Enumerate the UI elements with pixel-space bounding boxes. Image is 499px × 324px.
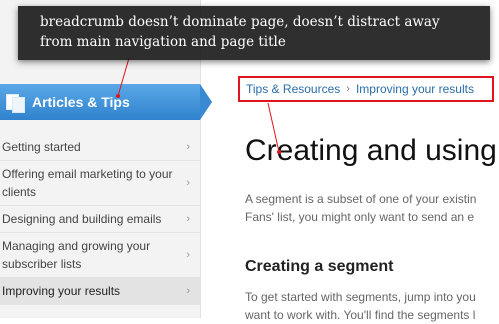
sidebar-item-improving-results[interactable]: Improving your results ›	[0, 278, 200, 305]
sidebar-item-label: Getting started	[2, 140, 81, 154]
intro-line: A segment is a subset of one of your exi…	[245, 192, 477, 206]
sidebar-item-offering-email-marketing[interactable]: Offering email marketing to your clients…	[0, 161, 200, 206]
chevron-right-icon: ›	[186, 213, 190, 225]
sidebar-item-label: Designing and building emails	[2, 212, 162, 226]
annotation-line: breadcrumb doesn’t dominate page, doesn’…	[40, 14, 440, 30]
breadcrumb-link-improving-results[interactable]: Improving your results	[356, 82, 474, 96]
sidebar-item-label: Offering email marketing to your clients	[2, 167, 173, 199]
breadcrumb-link-tips-resources[interactable]: Tips & Resources	[246, 82, 340, 96]
sidebar-item-designing-emails[interactable]: Designing and building emails ›	[0, 206, 200, 233]
breadcrumb: Tips & Resources › Improving your result…	[238, 76, 494, 102]
chevron-right-icon: ›	[186, 249, 190, 261]
chevron-right-icon: ›	[186, 177, 190, 189]
sidebar-item-managing-lists[interactable]: Managing and growing your subscriber lis…	[0, 233, 200, 278]
intro-paragraph: A segment is a subset of one of your exi…	[245, 190, 499, 226]
sidebar-item-label: Improving your results	[2, 284, 121, 298]
sidebar-header-label: Articles & Tips	[32, 94, 130, 110]
articles-icon	[6, 93, 25, 113]
breadcrumb-separator: ›	[346, 83, 350, 95]
body-line: To get started with segments, jump into …	[245, 290, 476, 304]
chevron-right-icon: ›	[186, 141, 190, 153]
sidebar-nav: Getting started › Offering email marketi…	[0, 134, 200, 305]
page-title: Creating and using	[245, 134, 497, 167]
body-paragraph: To get started with segments, jump into …	[245, 288, 476, 324]
sidebar-header[interactable]: Articles & Tips	[0, 84, 212, 120]
body-line: want to work with. You'll find the segme…	[245, 308, 476, 322]
sidebar-item-label: Managing and growing your subscriber lis…	[2, 239, 151, 271]
chevron-right-icon: ›	[186, 285, 190, 297]
intro-line: Fans' list, you might only want to send …	[245, 210, 475, 224]
annotation-callout: breadcrumb doesn’t dominate page, doesn’…	[18, 6, 490, 60]
sidebar-item-getting-started[interactable]: Getting started ›	[0, 134, 200, 161]
annotation-line: from main navigation and page title	[40, 34, 286, 50]
section-heading: Creating a segment	[245, 258, 394, 275]
